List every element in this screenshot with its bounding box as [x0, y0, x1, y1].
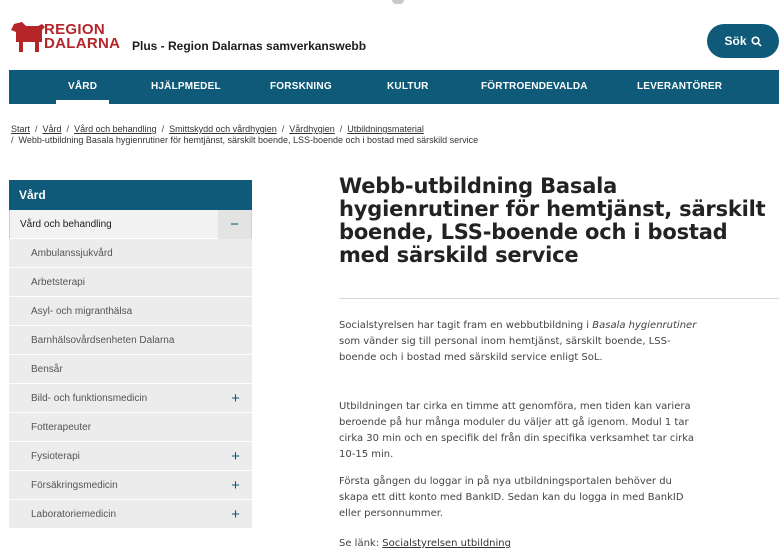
sidebar-item-label: Försäkringsmedicin: [31, 480, 118, 491]
link-prefix: Se länk:: [339, 538, 383, 549]
nav-item-leverantorer[interactable]: LEVERANTÖRER: [637, 70, 722, 104]
paragraph-login: Första gången du loggar in på nya utbild…: [339, 476, 684, 519]
sidebar-item-arbetsterapi[interactable]: Arbetsterapi: [9, 268, 252, 297]
breadcrumb-vardhygien[interactable]: Vårdhygien: [289, 124, 335, 134]
page-title: Webb-utbildning Basala hygienrutiner för…: [339, 174, 766, 267]
search-button[interactable]: Sök: [707, 24, 779, 58]
search-button-label: Sök: [724, 34, 747, 48]
breadcrumb-separator: /: [11, 135, 14, 145]
expand-icon[interactable]: +: [219, 442, 252, 471]
expand-icon[interactable]: +: [219, 384, 252, 413]
intro-text-b: som vänder sig till personal inom hemtjä…: [339, 336, 671, 363]
logo-line-2: DALARNA: [44, 35, 121, 52]
site-header: REGION DALARNA Plus - Region Dalarnas sa…: [0, 0, 784, 70]
sidebar-item-label: Barnhälsovårdsenheten Dalarna: [31, 335, 175, 346]
expand-icon[interactable]: +: [219, 500, 252, 529]
sidebar-item-label: Bild- och funktionsmedicin: [31, 393, 148, 404]
sidebar-item-laboratoriemedicin[interactable]: Laboratoriemedicin +: [9, 500, 252, 529]
nav-item-vard[interactable]: VÅRD: [55, 70, 110, 104]
breadcrumb-start[interactable]: Start: [11, 124, 30, 134]
search-icon: [750, 35, 762, 47]
article-header: Webb-utbildning Basala hygienrutiner för…: [339, 175, 779, 267]
nav-item-kultur[interactable]: KULTUR: [387, 70, 429, 104]
logo-text: REGION DALARNA: [44, 22, 121, 52]
sidebar-item-label: Bensår: [31, 364, 63, 375]
sidebar-item-bild-och-funktionsmedicin[interactable]: Bild- och funktionsmedicin +: [9, 384, 252, 413]
sidebar-item-ambulanssjukvard[interactable]: Ambulanssjukvård: [9, 239, 252, 268]
breadcrumb-vard[interactable]: Vård: [43, 124, 62, 134]
breadcrumb-utbildningsmaterial[interactable]: Utbildningsmaterial: [347, 124, 424, 134]
sidebar-item-forsakringsmedicin[interactable]: Försäkringsmedicin +: [9, 471, 252, 500]
sidebar-item-asyl[interactable]: Asyl- och migranthälsa: [9, 297, 252, 326]
dala-horse-icon: [11, 22, 45, 52]
socialstyrelsen-link[interactable]: Socialstyrelsen utbildning: [382, 538, 511, 549]
breadcrumb: Start / Vård / Vård och behandling / Smittskyd…: [11, 124, 771, 146]
page: REGION DALARNA Plus - Region Dalarnas sa…: [0, 0, 784, 552]
sidebar-item-label: Laboratoriemedicin: [31, 509, 117, 520]
nav-item-fortroendevalda[interactable]: FÖRTROENDEVALDA: [481, 70, 588, 104]
nav-item-forskning[interactable]: FORSKNING: [270, 70, 332, 104]
sidebar-item-fotterapeuter[interactable]: Fotterapeuter: [9, 413, 252, 442]
paragraph-intro: Socialstyrelsen har tagit fram en webbut…: [339, 318, 699, 366]
sidebar-item-vard-och-behandling[interactable]: Vård och behandling −: [9, 210, 252, 239]
intro-emphasis: Basala hygienrutiner: [592, 320, 697, 331]
main-navigation: VÅRD HJÄLPMEDEL FORSKNING KULTUR FÖRTROE…: [9, 70, 779, 104]
breadcrumb-separator: /: [66, 124, 70, 134]
sidebar-navigation: Vård Vård och behandling − Ambulanssjukv…: [9, 180, 252, 529]
site-title[interactable]: Plus - Region Dalarnas samverkanswebb: [132, 39, 366, 53]
paragraph-duration: Utbildningen tar cirka en timme att geno…: [339, 401, 694, 460]
divider: [339, 298, 779, 299]
region-dalarna-logo[interactable]: REGION DALARNA: [8, 18, 121, 58]
breadcrumb-vard-och-behandling[interactable]: Vård och behandling: [74, 124, 157, 134]
sidebar-item-barnhalsovard[interactable]: Barnhälsovårdsenheten Dalarna: [9, 326, 252, 355]
sidebar-item-label: Vård och behandling: [20, 219, 112, 230]
sidebar-item-label: Fotterapeuter: [31, 422, 92, 433]
nav-item-hjalpmedel[interactable]: HJÄLPMEDEL: [151, 70, 221, 104]
sidebar-item-label: Asyl- och migranthälsa: [31, 306, 133, 317]
expand-icon[interactable]: +: [219, 471, 252, 500]
sidebar-item-label: Ambulanssjukvård: [31, 248, 113, 259]
breadcrumb-separator: /: [35, 124, 38, 134]
collapse-icon[interactable]: −: [218, 210, 251, 239]
paragraph-link: Se länk: Socialstyrelsen utbildning: [339, 536, 699, 552]
sidebar-heading[interactable]: Vård: [9, 180, 252, 210]
sidebar-item-bensar[interactable]: Bensår: [9, 355, 252, 384]
breadcrumb-separator: /: [281, 124, 285, 134]
breadcrumb-current: Webb-utbildning Basala hygienrutiner för…: [18, 135, 479, 145]
breadcrumb-smittskydd[interactable]: Smittskydd och vårdhygien: [169, 124, 277, 134]
sidebar-item-label: Fysioterapi: [31, 451, 80, 462]
breadcrumb-separator: /: [339, 124, 343, 134]
intro-text-a: Socialstyrelsen har tagit fram en webbut…: [339, 320, 593, 331]
top-scroll-indicator: [392, 0, 404, 4]
sidebar-item-fysioterapi[interactable]: Fysioterapi +: [9, 442, 252, 471]
breadcrumb-separator: /: [161, 124, 165, 134]
sidebar-item-label: Arbetsterapi: [31, 277, 85, 288]
